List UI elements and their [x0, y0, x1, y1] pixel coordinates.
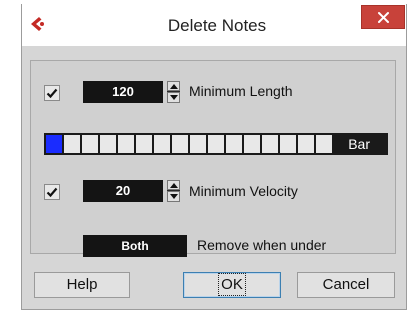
slider-cell[interactable]: [226, 135, 244, 153]
slider-cell[interactable]: [280, 135, 298, 153]
slider-cell[interactable]: [154, 135, 172, 153]
min-length-field[interactable]: 120: [83, 81, 163, 103]
slider-cell[interactable]: [82, 135, 100, 153]
min-length-checkbox[interactable]: [44, 85, 60, 101]
slider-cell[interactable]: [298, 135, 316, 153]
min-velocity-label: Minimum Velocity: [189, 183, 298, 199]
min-length-stepper[interactable]: [167, 81, 180, 103]
slider-cells: [46, 135, 334, 153]
length-slider[interactable]: Bar: [44, 133, 388, 155]
min-velocity-stepper[interactable]: [167, 180, 180, 202]
slider-cell[interactable]: [244, 135, 262, 153]
slider-cell[interactable]: [64, 135, 82, 153]
cancel-button[interactable]: Cancel: [297, 272, 395, 298]
close-icon: [378, 12, 389, 23]
slider-cell[interactable]: [100, 135, 118, 153]
window-title: Delete Notes: [167, 16, 267, 35]
slider-cell[interactable]: [262, 135, 280, 153]
remove-when-under-label: Remove when under: [197, 237, 327, 253]
slider-cell[interactable]: [190, 135, 208, 153]
help-button[interactable]: Help: [34, 272, 130, 298]
min-length-label: Minimum Length: [189, 83, 293, 99]
slider-cell[interactable]: [208, 135, 226, 153]
close-button[interactable]: [361, 5, 405, 29]
remove-mode-selector[interactable]: Both: [83, 235, 187, 257]
delete-notes-dialog: Delete Notes 120 Minimum Length Bar 20 M…: [21, 4, 407, 310]
slider-cell[interactable]: [46, 135, 64, 153]
ok-button[interactable]: OK: [183, 272, 281, 298]
ok-button-label: OK: [218, 273, 246, 296]
checkmark-icon: [46, 88, 58, 99]
decrement-arrow-icon[interactable]: [167, 191, 180, 202]
slider-cell[interactable]: [316, 135, 334, 153]
slider-cell[interactable]: [118, 135, 136, 153]
slider-unit-label: Bar: [348, 136, 370, 152]
increment-arrow-icon[interactable]: [167, 180, 180, 190]
slider-cell[interactable]: [172, 135, 190, 153]
dialog-body: 120 Minimum Length Bar 20 Minimum Veloci…: [22, 46, 406, 309]
min-velocity-checkbox[interactable]: [44, 184, 60, 200]
slider-cell[interactable]: [136, 135, 154, 153]
increment-arrow-icon[interactable]: [167, 81, 180, 91]
decrement-arrow-icon[interactable]: [167, 92, 180, 103]
settings-group: 120 Minimum Length Bar 20 Minimum Veloci…: [30, 60, 396, 257]
title-bar[interactable]: Delete Notes: [22, 4, 406, 46]
min-velocity-field[interactable]: 20: [83, 180, 163, 202]
checkmark-icon: [46, 187, 58, 198]
